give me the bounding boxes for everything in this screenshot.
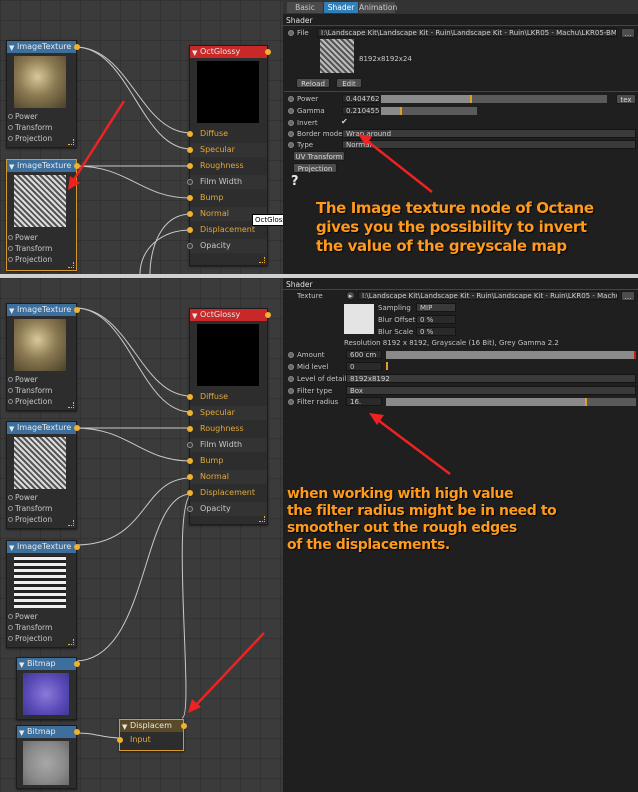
annotation-text: when working with high value the filter … [287,486,557,554]
annotation-arrow [369,413,451,475]
annotation-line: the filter radius might be in need to [287,503,557,519]
annotation-line: smoother out the rough edges [287,520,517,536]
annotation-line: when working with high value [287,486,514,502]
annotation-line: of the displacements. [287,537,450,553]
